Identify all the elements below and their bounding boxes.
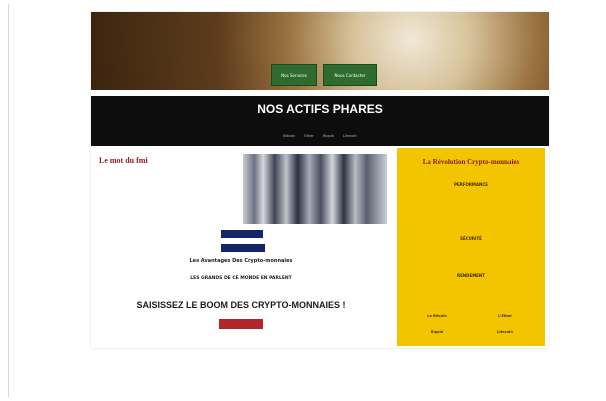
assets-band: NOS ACTIFS PHARES Bitcoin Ether Ripple L… (91, 96, 549, 146)
sidebar-cell-bitcoin: Le Bitcoin (407, 314, 467, 318)
hero-banner: Nos Services Nous Contacter (91, 12, 549, 90)
cell-label: Litecoin (497, 330, 513, 334)
contact-button[interactable]: Nous Contacter (323, 64, 377, 86)
web-page: Nos Services Nous Contacter NOS ACTIFS P… (91, 12, 549, 348)
asset-link-litecoin[interactable]: Litecoin (343, 134, 357, 138)
performance-heading: PERFORMANCE (453, 182, 489, 187)
sidebar-title: La Révolution Crypto-monnaies (422, 158, 520, 166)
revolution-sidebar: La Révolution Crypto-monnaies PERFORMANC… (397, 148, 545, 346)
sidebar-cell-ether: L'Ether (475, 314, 535, 318)
cell-label: L'Ether (498, 314, 512, 318)
asset-link-bitcoin[interactable]: Bitcoin (283, 134, 295, 138)
security-heading: SÉCURITÉ (460, 236, 482, 241)
cell-label: Ripple (430, 330, 444, 334)
nav-button-2[interactable] (221, 244, 265, 252)
boom-title: SAISISSEZ LE BOOM DES CRYPTO-MONNAIES ! (136, 300, 346, 310)
business-people-photo (243, 154, 387, 224)
services-button[interactable]: Nos Services (271, 64, 317, 86)
cta-button[interactable] (219, 319, 263, 329)
cell-label: Le Bitcoin (427, 314, 447, 318)
advantages-title: Les Avantages Des Crypto-monnaies (189, 258, 293, 264)
asset-links: Bitcoin Ether Ripple Litecoin (171, 134, 469, 138)
leaders-title: LES GRANDS DE CE MONDE EN PARLENT (190, 276, 292, 281)
asset-link-ripple[interactable]: Ripple (323, 134, 334, 138)
mot-section: Le mot du fmi (99, 156, 239, 167)
nav-button-1[interactable] (221, 230, 263, 238)
asset-link-ether[interactable]: Ether (304, 134, 313, 138)
yield-heading: RENDEMENT (456, 273, 485, 278)
sidebar-cell-litecoin: Litecoin (475, 330, 535, 334)
band-title: NOS ACTIFS PHARES (257, 102, 383, 116)
browser-frame: Nos Services Nous Contacter NOS ACTIFS P… (8, 4, 601, 397)
mot-title: Le mot du fmi (99, 156, 148, 165)
sidebar-cell-ripple: Ripple (407, 330, 467, 334)
